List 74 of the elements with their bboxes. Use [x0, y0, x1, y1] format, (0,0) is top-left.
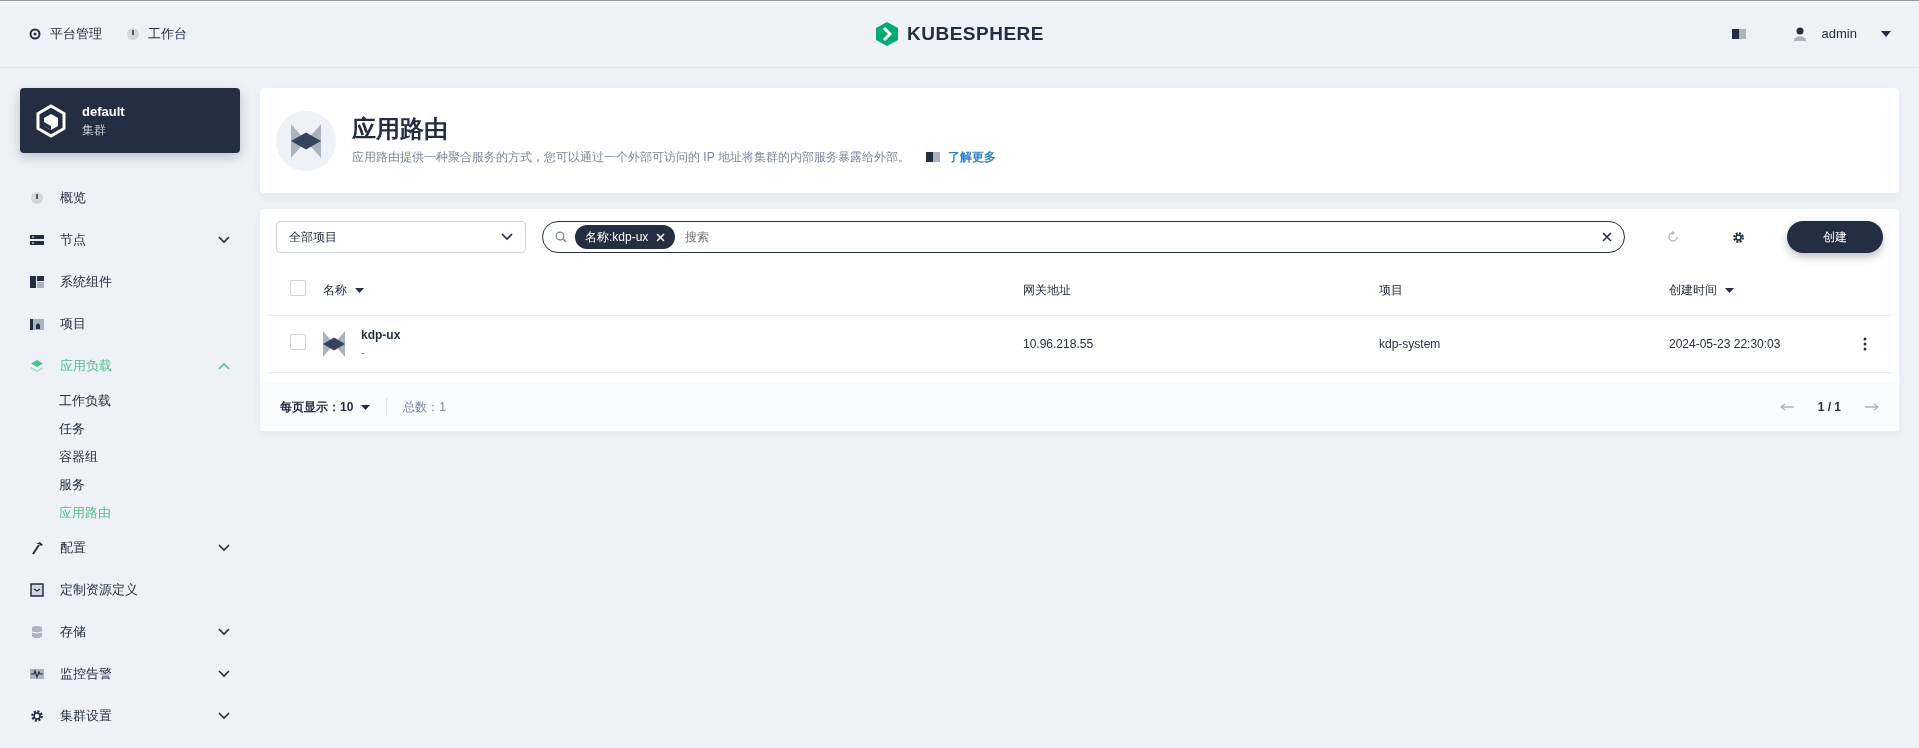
caret-icon — [361, 404, 371, 410]
page-title: 应用路由 — [352, 115, 449, 144]
page-indicator: 1 / 1 — [1817, 399, 1841, 416]
sidebar-item[interactable]: 监控告警 — [20, 653, 240, 695]
sidebar-item[interactable]: 系统组件 — [20, 261, 240, 303]
logo-icon — [875, 21, 899, 47]
page-size-select[interactable]: 每页显示：10 — [280, 398, 371, 416]
sidebar-item[interactable]: 节点 — [20, 219, 240, 261]
logo-text: KUBESPHERE — [907, 21, 1044, 46]
column-header[interactable]: 创建时间 — [1669, 281, 1734, 299]
sidebar-item[interactable]: 概览 — [20, 177, 240, 219]
cluster-card[interactable]: default 集群 — [20, 88, 240, 153]
book-icon[interactable] — [1731, 28, 1746, 40]
sidebar-item[interactable]: 定制资源定义 — [20, 569, 240, 611]
monitor-icon — [30, 667, 44, 681]
chevron-down-icon — [218, 544, 230, 552]
select-all-checkbox[interactable] — [290, 279, 306, 296]
route-name-link[interactable]: kdp-ux — [361, 326, 401, 344]
more-icon[interactable] — [1863, 337, 1867, 351]
cluster-type: 集群 — [82, 122, 107, 140]
clear-icon[interactable] — [1602, 232, 1612, 242]
search-field[interactable]: 名称:kdp-ux 搜索 — [542, 221, 1625, 253]
create-button[interactable]: 创建 — [1787, 221, 1883, 253]
sidebar-item[interactable]: 项目 — [20, 303, 240, 345]
layers-icon — [30, 359, 44, 373]
sidebar-subitem[interactable]: 容器组 — [20, 443, 240, 471]
sidebar-item[interactable]: 配置 — [20, 527, 240, 569]
dashboard-icon — [126, 27, 140, 41]
column-header: 项目 — [1379, 282, 1403, 299]
sort-caret-icon — [1725, 287, 1734, 293]
gateway-address: 10.96.218.55 — [1023, 336, 1095, 353]
chevron-up-icon — [218, 362, 230, 370]
route-icon — [291, 123, 321, 158]
chevron-down-icon — [501, 233, 513, 241]
created-time: 2024-05-23 22:30:03 — [1669, 336, 1781, 353]
sidebar-item[interactable]: 集群设置 — [20, 695, 240, 737]
chevron-down-icon — [218, 670, 230, 678]
user-icon — [1793, 27, 1806, 41]
chevron-down-icon — [218, 712, 230, 720]
sidebar-item[interactable]: 存储 — [20, 611, 240, 653]
column-header: 网关地址 — [1023, 282, 1071, 299]
sidebar-subitem[interactable]: 服务 — [20, 471, 240, 499]
database-icon — [30, 625, 44, 639]
close-icon[interactable] — [656, 232, 666, 242]
learn-more-link[interactable]: 了解更多 — [925, 147, 996, 166]
book-icon — [925, 150, 940, 163]
gauge-icon — [30, 191, 44, 205]
nav-link[interactable]: 工作台 — [126, 24, 187, 44]
route-description: - — [361, 345, 366, 362]
user-menu[interactable]: admin — [1793, 24, 1891, 44]
server-icon — [30, 233, 44, 247]
folder-icon — [30, 317, 44, 331]
form-icon — [30, 583, 44, 597]
hammer-icon — [30, 541, 44, 555]
row-checkbox[interactable] — [290, 333, 306, 350]
project-name: kdp-system — [1379, 336, 1442, 353]
search-icon — [555, 231, 567, 243]
chevron-down-icon — [218, 628, 230, 636]
project-select[interactable]: 全部项目 — [276, 221, 526, 253]
caret-icon — [1881, 31, 1891, 37]
route-icon — [323, 331, 345, 357]
settings-icon[interactable] — [1731, 230, 1745, 244]
sidebar-subitem[interactable]: 任务 — [20, 415, 240, 443]
grid-icon — [30, 275, 44, 289]
cube-icon — [36, 103, 66, 138]
page-description: 应用路由提供一种聚合服务的方式，您可以通过一个外部可访问的 IP 地址将集群的内部服务暴露给外部。 — [352, 148, 910, 166]
sidebar-subitem[interactable]: 工作负载 — [20, 387, 240, 415]
filter-tag[interactable]: 名称:kdp-ux — [575, 225, 676, 249]
chevron-down-icon — [218, 236, 230, 244]
nav-link[interactable]: 平台管理 — [28, 24, 102, 44]
cluster-name: default — [82, 102, 125, 121]
total-count: 总数：1 — [386, 398, 1780, 416]
column-header[interactable]: 名称 — [323, 281, 364, 299]
sort-caret-icon — [355, 287, 364, 293]
